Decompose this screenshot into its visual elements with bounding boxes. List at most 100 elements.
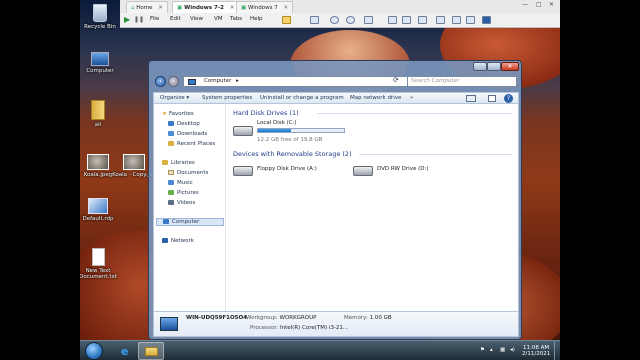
detail-key: Processor:: [250, 325, 279, 331]
nav-favorites[interactable]: ★ Favorites: [162, 111, 194, 117]
group-header-removable[interactable]: Devices with Removable Storage (2): [233, 150, 352, 158]
clock[interactable]: 11:08 AM 2/11/2021: [522, 345, 550, 357]
nav-downloads[interactable]: Downloads: [168, 131, 207, 137]
drive-dvd[interactable]: DVD RW Drive (D:): [353, 162, 463, 182]
desktop-icon-computer[interactable]: Computer: [80, 52, 122, 74]
recycle-bin-icon: [93, 4, 107, 22]
downloads-icon: [168, 131, 174, 136]
tray-flag-icon[interactable]: ⚑: [480, 347, 485, 353]
menu-vm[interactable]: VM: [214, 16, 223, 22]
help-icon[interactable]: ?: [504, 94, 513, 103]
close-icon[interactable]: ✕: [158, 5, 163, 11]
system-properties-button[interactable]: System properties: [202, 95, 252, 101]
search-input[interactable]: Search Computer: [407, 76, 517, 87]
nav-label: Music: [177, 180, 193, 186]
pause-icon[interactable]: ❚❚: [134, 16, 144, 23]
detail-key: Workgroup:: [246, 315, 278, 321]
organize-button[interactable]: Organize ▾: [160, 95, 189, 101]
menu-view[interactable]: View: [190, 16, 203, 22]
nav-documents[interactable]: Documents: [168, 170, 208, 176]
preview-pane-icon[interactable]: [488, 95, 496, 102]
tray-volume-icon[interactable]: ◂): [510, 347, 515, 353]
network-icon: [162, 238, 168, 243]
close-window-button[interactable]: ✕: [549, 1, 554, 8]
memory-row: Memory: 1.00 GB: [344, 315, 392, 321]
desktop-icon-recycle-bin[interactable]: Recycle Bin: [80, 4, 122, 30]
maximize-button[interactable]: [487, 62, 501, 71]
nav-desktop[interactable]: Desktop: [168, 121, 200, 127]
view-mode-icon[interactable]: [402, 16, 411, 24]
view-options-icon[interactable]: [466, 95, 476, 102]
menu-edit[interactable]: Edit: [170, 16, 181, 22]
desktop-icon-label: Computer: [86, 68, 114, 74]
fullscreen-icon[interactable]: [436, 16, 445, 24]
hard-drive-icon: [233, 126, 253, 136]
more-commands-button[interactable]: »: [410, 95, 413, 101]
star-icon: ★: [162, 111, 167, 117]
drive-floppy[interactable]: Floppy Disk Drive (A:): [233, 162, 343, 182]
address-bar[interactable]: Computer ▸: [183, 76, 413, 87]
nav-recent-places[interactable]: Recent Places: [168, 141, 215, 147]
nav-videos[interactable]: Videos: [168, 200, 195, 206]
close-icon[interactable]: ✕: [284, 5, 289, 11]
nav-pictures[interactable]: Pictures: [168, 190, 199, 196]
taskbar-explorer-button[interactable]: [138, 342, 164, 360]
nav-computer[interactable]: Computer: [156, 218, 224, 226]
menu-help[interactable]: Help: [250, 16, 263, 22]
drive-local-disk[interactable]: Local Disk (C:) 12.2 GB free of 19.8 GB: [233, 120, 353, 146]
vm-tab-windows7-2[interactable]: ▣ Windows 7-2 ✕: [172, 1, 240, 13]
desktop-icon-new-text-document[interactable]: New Text Document.txt: [80, 248, 120, 280]
library-icon[interactable]: [282, 16, 291, 24]
group-header-hdd[interactable]: Hard Disk Drives (1): [233, 109, 299, 117]
desktop-icon-ali[interactable]: ali: [80, 100, 120, 128]
chevron-right-icon[interactable]: ▸: [236, 78, 239, 84]
minimize-button[interactable]: [473, 62, 487, 71]
drive-label: DVD RW Drive (D:): [377, 166, 429, 172]
forward-button[interactable]: ›: [168, 76, 179, 87]
address-row: ‹ › Computer ▸ ⟳ Search Computer: [153, 75, 519, 89]
view-mode-icon[interactable]: [418, 16, 427, 24]
play-icon[interactable]: ▶: [124, 15, 130, 24]
unity-icon[interactable]: [452, 16, 461, 24]
vm-tab-windows7[interactable]: ▣ Windows 7 ✕: [236, 1, 294, 13]
snapshot-manager-icon[interactable]: [364, 16, 373, 24]
vm-tab-home[interactable]: ⌂ Home ✕: [126, 1, 168, 13]
tray-network-icon[interactable]: ▦: [500, 347, 505, 353]
nav-label: Documents: [177, 170, 209, 176]
maximize-button[interactable]: □: [536, 1, 542, 8]
menu-tabs[interactable]: Tabs: [230, 16, 242, 22]
refresh-icon[interactable]: ⟳: [393, 76, 399, 84]
uninstall-program-button[interactable]: Uninstall or change a program: [260, 95, 344, 101]
nav-network[interactable]: Network: [162, 238, 194, 244]
breadcrumb[interactable]: Computer: [204, 78, 231, 84]
view-mode-icon[interactable]: [388, 16, 397, 24]
desktop-icon-default-rdp[interactable]: Default.rdp: [80, 198, 120, 222]
close-window-button[interactable]: ✕: [501, 62, 519, 71]
dvd-drive-icon: [353, 166, 373, 176]
stretch-icon[interactable]: [466, 16, 475, 24]
nav-label: Network: [171, 238, 194, 244]
vm-tab-strip: ⌂ Home ✕ ▣ Windows 7-2 ✕ ▣ Windows 7 ✕ —…: [120, 0, 560, 13]
start-button[interactable]: [85, 342, 103, 360]
show-desktop-button[interactable]: [554, 341, 560, 360]
map-network-drive-button[interactable]: Map network drive: [350, 95, 401, 101]
tray-arrow-icon[interactable]: ▴: [490, 347, 493, 353]
floppy-drive-icon: [233, 166, 253, 176]
manage-snapshots-icon[interactable]: [346, 16, 355, 24]
snapshot-icon[interactable]: [310, 16, 319, 24]
close-icon[interactable]: ✕: [230, 5, 235, 11]
libraries-icon: [162, 160, 168, 165]
nav-music[interactable]: Music: [168, 180, 193, 186]
menu-file[interactable]: File: [150, 16, 159, 22]
minimize-button[interactable]: —: [522, 1, 528, 8]
remote-desktop-icon: [88, 198, 108, 214]
vm-viewport: ⌂ Home ✕ ▣ Windows 7-2 ✕ ▣ Windows 7 ✕ —…: [80, 0, 560, 360]
music-icon: [168, 180, 174, 185]
nav-label: Desktop: [177, 121, 200, 127]
revert-snapshot-icon[interactable]: [330, 16, 339, 24]
computer-icon: [91, 52, 109, 66]
nav-libraries[interactable]: Libraries: [162, 160, 195, 166]
taskbar-ie-button[interactable]: e: [114, 342, 140, 360]
console-view-icon[interactable]: [482, 16, 491, 24]
back-button[interactable]: ‹: [155, 76, 166, 87]
